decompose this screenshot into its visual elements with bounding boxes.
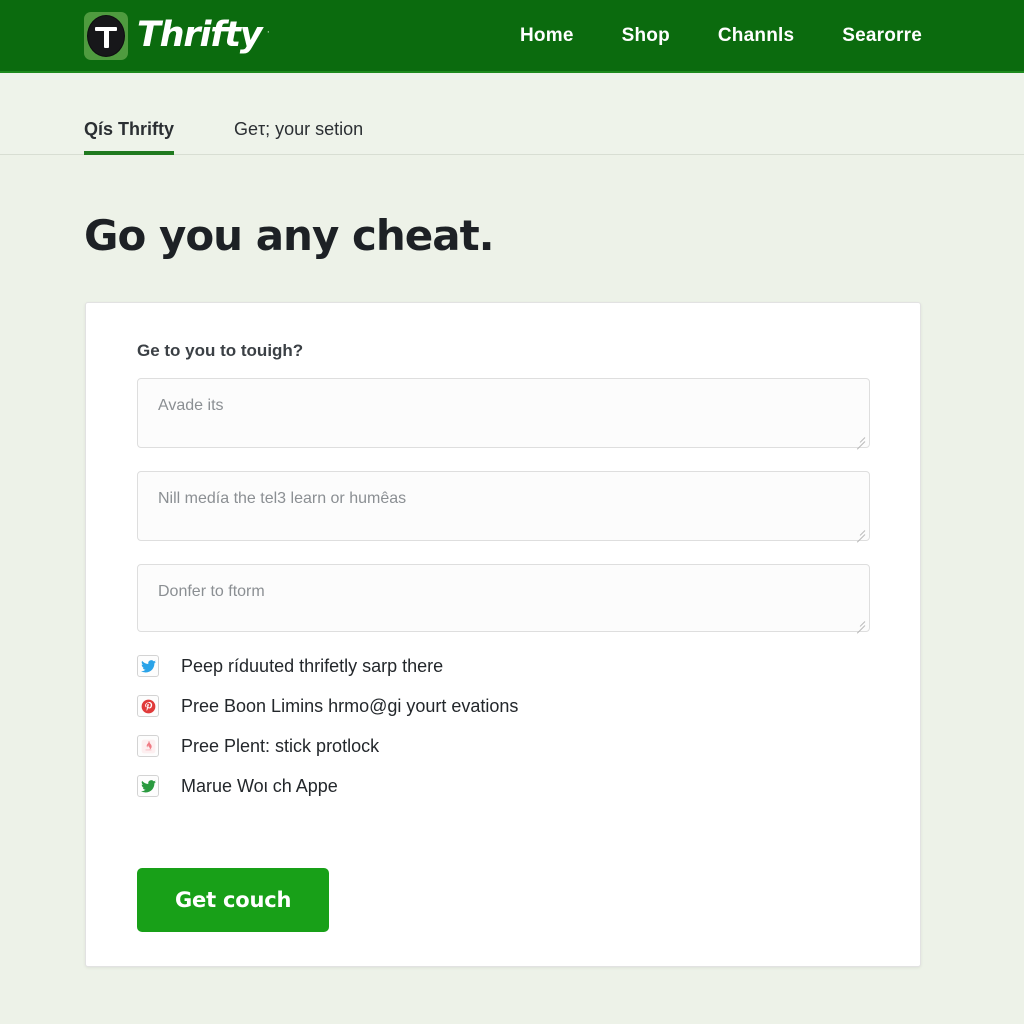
donfer-to-ftorm-textarea[interactable]	[137, 564, 870, 632]
field-3-wrap	[137, 564, 870, 634]
media-learn-textarea[interactable]	[137, 471, 870, 541]
list-item-label: Pree Plent: stick protlock	[181, 735, 380, 756]
tab-bar: Qís Thrifty Geτ; your setion	[0, 73, 1024, 155]
nav-link-home[interactable]: Home	[510, 19, 584, 53]
list-item[interactable]: Pree Plent: stick protlock	[137, 735, 869, 757]
options-list: Peep ríduuted thrifetly sarp there Pree …	[137, 655, 869, 797]
nav-link-shop[interactable]: Shop	[612, 19, 680, 53]
tab-get-your-setion[interactable]: Geτ; your setion	[234, 119, 363, 154]
flame-badge-pink-icon[interactable]	[137, 735, 159, 757]
field-1-wrap	[137, 378, 870, 450]
tab-qis-thrifty[interactable]: Qís Thrifty	[84, 119, 175, 155]
field-2-wrap	[137, 471, 870, 543]
twitter-bird-green-icon[interactable]	[137, 775, 159, 797]
brand-name: Thrifty	[137, 15, 263, 55]
page-title: Go you any cheat.	[84, 211, 495, 260]
list-item[interactable]: Marue Woι ch Appe	[137, 775, 869, 797]
nav-link-channls[interactable]: Channls	[708, 19, 804, 53]
thrifty-circle-t-logo-icon	[84, 11, 128, 60]
primary-nav: Home Shop Channls Searorre	[510, 19, 932, 53]
brand-logo[interactable]: Thrifty ·	[84, 11, 271, 60]
nav-link-searorre[interactable]: Searorre	[832, 19, 932, 53]
list-item-label: Peep ríduuted thrifetly sarp there	[181, 655, 444, 676]
list-item-label: Pree Boon Limins hrmo@gi yourt evations	[181, 695, 519, 716]
list-item[interactable]: Peep ríduuted thrifetly sarp there	[137, 655, 869, 677]
avade-its-textarea[interactable]	[137, 378, 870, 448]
site-header: Thrifty · Home Shop Channls Searorre	[0, 0, 1024, 73]
list-item[interactable]: Pree Boon Limins hrmo@gi yourt evations	[137, 695, 869, 717]
twitter-bird-blue-icon[interactable]	[137, 655, 159, 677]
form-question-label: Ge to you to touigh?	[137, 341, 304, 360]
pinterest-circle-red-icon[interactable]	[137, 695, 159, 717]
form-card: Ge to you to touigh? Peep ríduuted thrif…	[85, 302, 921, 967]
list-item-label: Marue Woι ch Appe	[181, 775, 338, 796]
get-couch-button[interactable]: Get couch	[137, 868, 330, 932]
brand-trademark: ·	[266, 25, 271, 38]
